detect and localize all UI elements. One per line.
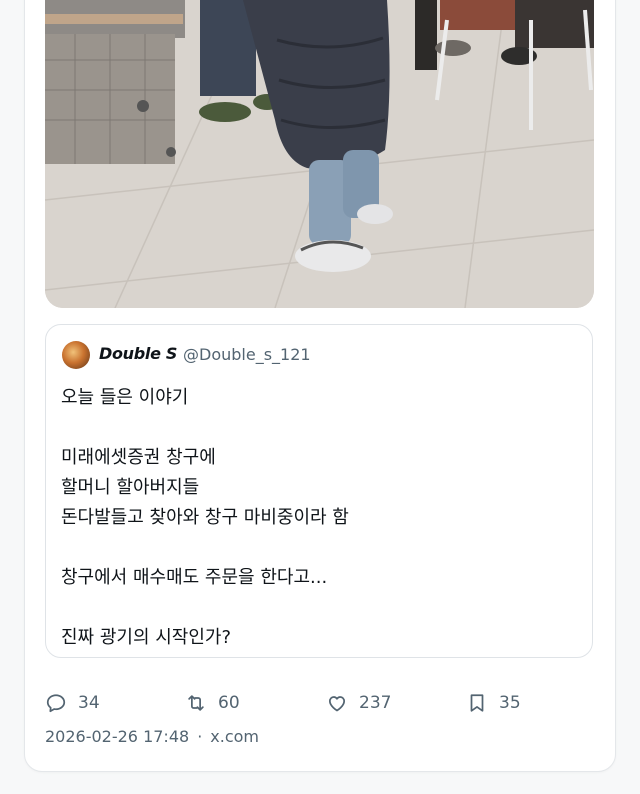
quoted-tweet-text: 오늘 들은 이야기 미래에셋증권 창구에 할머니 할아버지들 돈다발들고 찾아와… [61,387,349,648]
like-count: 237 [359,693,392,713]
bookmark-icon [470,694,484,712]
like-button[interactable]: 237 [326,690,391,716]
action-bar: 34 60 237 35 [45,690,565,716]
reply-count: 34 [78,693,100,713]
avatar[interactable] [62,341,90,369]
bookmark-count: 35 [499,693,521,713]
retweet-count: 60 [218,693,240,713]
tweet-date[interactable]: 2026-02-26 17:48 [45,727,189,746]
quoted-tweet[interactable]: Double S @Double_s_121 오늘 들은 이야기 미래에셋증권 … [45,324,593,658]
photo-illustration [45,0,594,308]
author-name[interactable]: Double S [99,344,177,363]
tweet-source[interactable]: x.com [210,727,259,746]
author-handle[interactable]: @Double_s_121 [183,345,311,364]
retweet-button[interactable]: 60 [185,690,240,716]
retweet-icon [188,695,204,711]
page: Double S @Double_s_121 오늘 들은 이야기 미래에셋증권 … [0,0,640,794]
bookmark-button[interactable]: 35 [466,690,521,716]
reply-icon [46,694,66,713]
tweet-photo[interactable] [45,0,594,308]
reply-button[interactable]: 34 [45,690,100,716]
heart-icon [328,696,346,712]
tweet-meta: 2026-02-26 17:48 · x.com [45,727,259,746]
meta-separator: · [197,727,203,746]
